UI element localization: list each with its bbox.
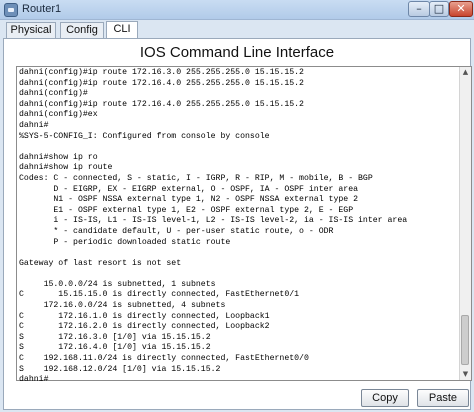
console-line: Codes: C - connected, S - static, I - IG… bbox=[19, 173, 373, 183]
scrollbar-thumb[interactable] bbox=[461, 315, 469, 365]
minimize-button[interactable]: – bbox=[408, 1, 430, 17]
scroll-up-icon[interactable]: ▲ bbox=[460, 67, 471, 78]
paste-button[interactable]: Paste bbox=[417, 389, 469, 407]
window-title: Router1 bbox=[22, 3, 62, 15]
console-line: N1 - OSPF NSSA external type 1, N2 - OSP… bbox=[19, 195, 359, 205]
console-line: %SYS-5-CONFIG_I: Configured from console… bbox=[19, 131, 270, 141]
console-line: dahni(config)#ip route 172.16.3.0 255.25… bbox=[19, 68, 304, 77]
console-line: C 172.16.2.0 is directly connected, Loop… bbox=[19, 322, 270, 332]
console-line: S 172.16.3.0 [1/0] via 15.15.15.2 bbox=[19, 332, 211, 342]
console-line: D - EIGRP, EX - EIGRP external, O - OSPF… bbox=[19, 184, 359, 194]
console-frame: dahni(config)#ip route 172.16.3.0 255.25… bbox=[16, 66, 472, 384]
console-line: C 172.16.1.0 is directly connected, Loop… bbox=[19, 311, 270, 321]
console-line: * - candidate default, U - per-user stat… bbox=[19, 226, 334, 236]
panel-title: IOS Command Line Interface bbox=[139, 44, 335, 61]
console-line: E1 - OSPF external type 1, E2 - OSPF ext… bbox=[19, 205, 354, 215]
console-line: P - periodic downloaded static route bbox=[19, 237, 231, 247]
console-line: dahni# bbox=[19, 120, 49, 130]
maximize-button[interactable]: □ bbox=[429, 1, 449, 17]
console-line: S 192.168.12.0/24 [1/0] via 15.15.15.2 bbox=[19, 364, 221, 374]
console-line: dahni#show ip ro bbox=[19, 152, 98, 162]
console-line: dahni(config)#ip route 172.16.4.0 255.25… bbox=[19, 78, 304, 88]
console-line: 15.0.0.0/24 is subnetted, 1 subnets bbox=[19, 279, 216, 289]
close-button[interactable]: ✕ bbox=[449, 1, 473, 17]
console-line: i - IS-IS, L1 - IS-IS level-1, L2 - IS-I… bbox=[19, 216, 408, 226]
console-line: dahni(config)# bbox=[19, 89, 88, 99]
console-line: S 172.16.4.0 [1/0] via 15.15.15.2 bbox=[19, 343, 211, 353]
copy-button[interactable]: Copy bbox=[361, 389, 409, 407]
tab-cli[interactable]: CLI bbox=[106, 21, 138, 39]
console-line: dahni# bbox=[19, 375, 49, 385]
console-line: C 15.15.15.0 is directly connected, Fast… bbox=[19, 290, 300, 300]
window-titlebar: Router1 – □ ✕ bbox=[0, 0, 474, 20]
scroll-down-icon[interactable]: ▼ bbox=[460, 369, 471, 380]
console-line: dahni#show ip route bbox=[19, 163, 113, 173]
tab-physical[interactable]: Physical bbox=[6, 22, 56, 38]
tab-config[interactable]: Config bbox=[60, 22, 104, 38]
cli-panel: IOS Command Line Interface dahni(config)… bbox=[3, 38, 472, 410]
router-app-icon bbox=[4, 3, 18, 17]
console-line: dahni(config)#ip route 172.16.4.0 255.25… bbox=[19, 99, 304, 109]
console-line: 172.16.0.0/24 is subnetted, 4 subnets bbox=[19, 301, 226, 311]
console-line: C 192.168.11.0/24 is directly connected,… bbox=[19, 354, 309, 364]
console-line: dahni(config)#ex bbox=[19, 110, 98, 120]
console-output[interactable]: dahni(config)#ip route 172.16.3.0 255.25… bbox=[19, 68, 459, 386]
console-line: Gateway of last resort is not set bbox=[19, 258, 182, 268]
console-scrollbar[interactable]: ▲ ▼ bbox=[459, 67, 471, 380]
